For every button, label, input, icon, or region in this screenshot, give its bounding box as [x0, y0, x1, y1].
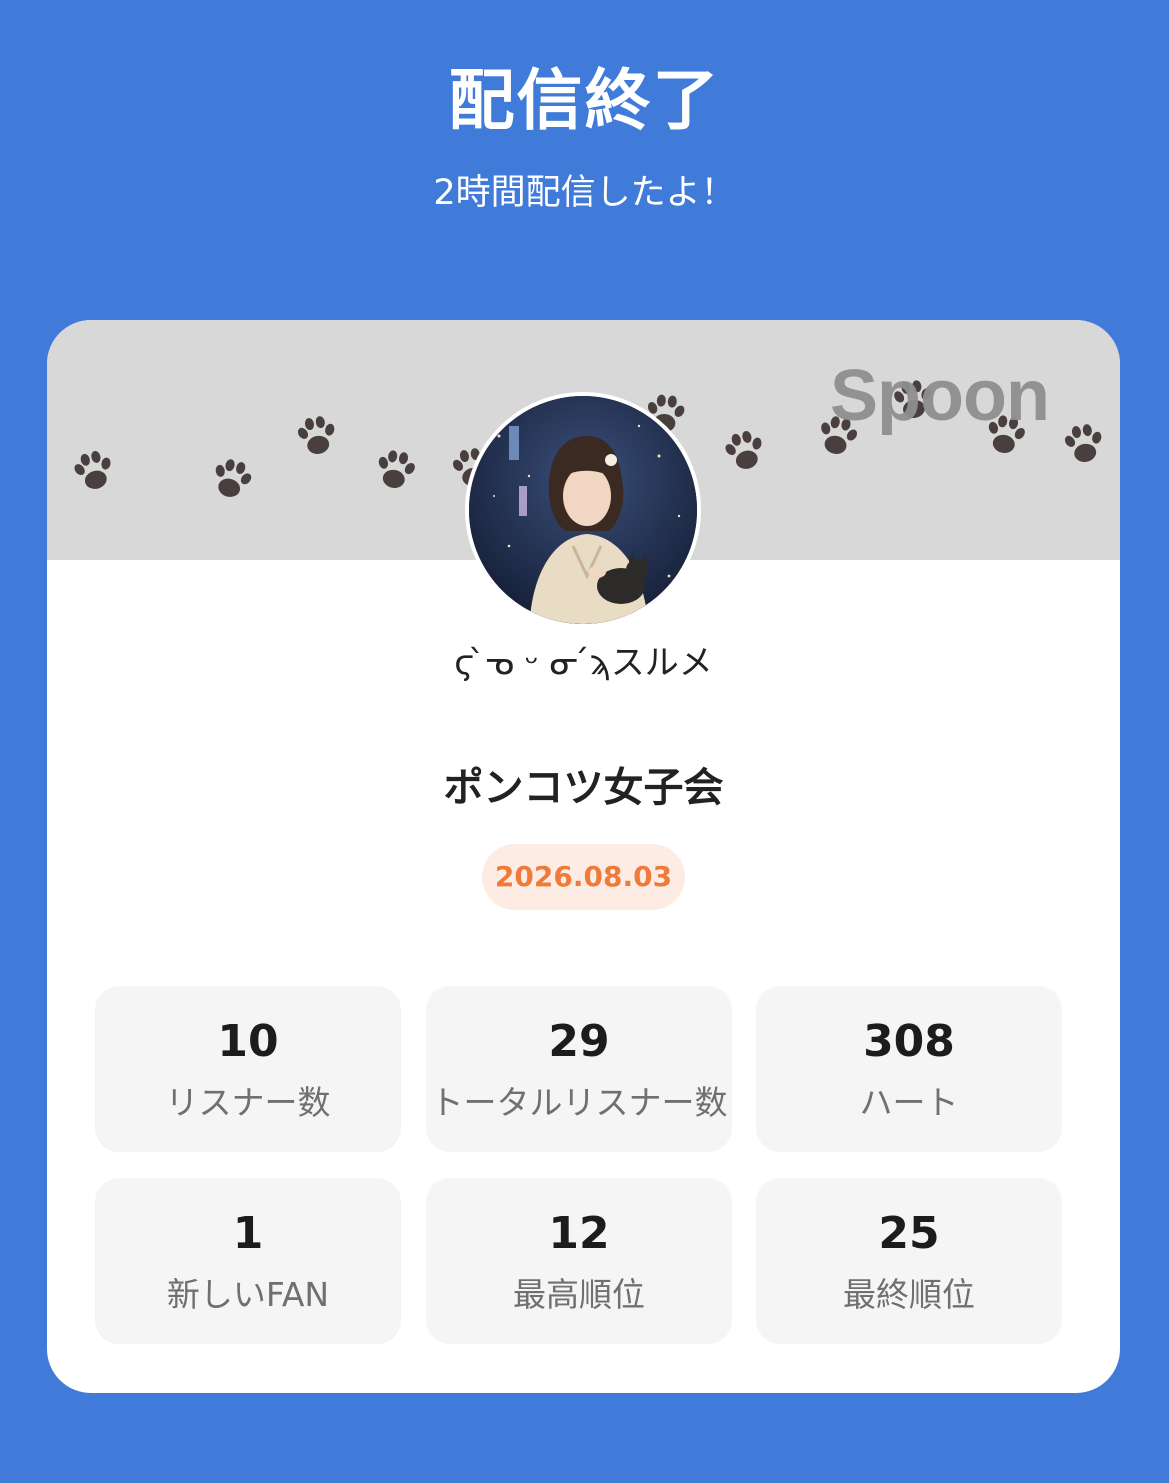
stat-new-fans: 1 新しいFAN	[95, 1178, 401, 1344]
avatar[interactable]	[465, 392, 701, 628]
avatar-illustration	[469, 396, 697, 624]
stat-total-listeners: 29 トータルリスナー数	[426, 986, 732, 1152]
page-title: 配信終了	[448, 62, 721, 139]
spoon-logo: Spoon	[830, 356, 1050, 436]
paw-icon	[372, 447, 419, 492]
stat-listeners: 10 リスナー数	[95, 986, 401, 1152]
streamer-nickname: ϛ ̀ᓀ ᵕ ᓂ ́ϡスルメ	[454, 643, 713, 683]
stat-label: リスナー数	[165, 1083, 331, 1122]
paw-icon	[1061, 421, 1108, 466]
stat-hearts: 308 ハート	[756, 986, 1062, 1152]
paw-icon	[207, 455, 257, 502]
room-title: ポンコツ女子会	[443, 765, 724, 811]
stat-final-rank: 25 最終順位	[756, 1178, 1062, 1344]
stat-label: 最高順位	[513, 1275, 645, 1314]
broadcast-duration-text: 2時間配信したよ！	[433, 173, 736, 213]
stat-label: 新しいFAN	[166, 1275, 330, 1314]
stat-highest-rank: 12 最高順位	[426, 1178, 732, 1344]
stat-label: 最終順位	[843, 1275, 975, 1314]
stat-value: 29	[548, 1016, 610, 1067]
paw-icon	[69, 447, 119, 494]
date-badge: 2026.08.03	[482, 844, 685, 910]
stat-value: 10	[217, 1016, 279, 1067]
stat-label: ハート	[859, 1083, 959, 1122]
paw-icon	[294, 413, 341, 458]
stat-value: 12	[548, 1208, 610, 1259]
broadcast-summary-card: Spoon ϛ ̀ᓀ ᵕ ᓂ ́ϡスルメ ポンコツ女子会 2026.08.03 …	[47, 320, 1120, 1393]
paw-icon	[720, 427, 770, 474]
stat-value: 25	[878, 1208, 940, 1259]
stat-value: 308	[863, 1016, 955, 1067]
stat-label: トータルリスナー数	[430, 1083, 728, 1122]
stat-value: 1	[232, 1208, 264, 1259]
